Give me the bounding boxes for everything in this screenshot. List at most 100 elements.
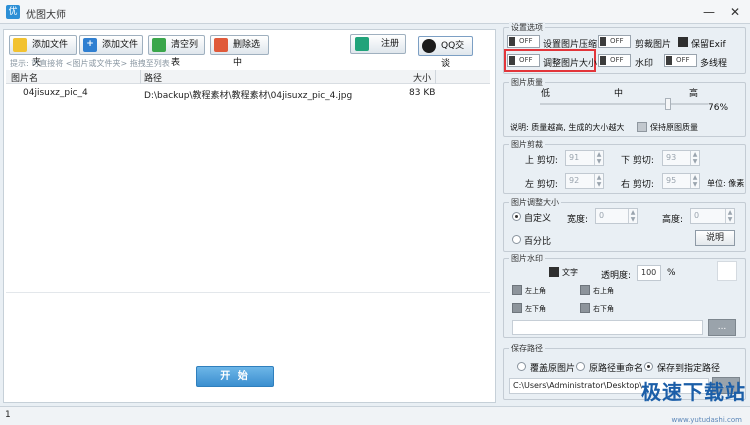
watermark-color-swatch[interactable] [717,261,737,281]
delete-icon [214,38,228,52]
spinner-arrows-icon[interactable]: ▲ ▼ [594,151,603,165]
col-divider [140,70,141,84]
rename-radio[interactable] [576,362,585,371]
register-button[interactable]: 注册 [350,34,406,54]
width-input[interactable]: 0 ▲ ▼ [595,208,638,224]
settings-caption: 设置选项 [509,22,545,33]
position-label-top-left: 左上角 [525,287,546,295]
col-divider [435,70,436,84]
crop-top-value: 91 [569,153,580,162]
quality-slider-thumb[interactable] [664,98,671,110]
crop-bottom-input[interactable]: 93 ▲ ▼ [662,150,700,166]
custom-size-radio[interactable] [512,212,521,221]
plus-icon: + [83,38,97,52]
add-file-label: 添加文件 [102,40,139,50]
folder-icon [13,38,27,52]
toggle-off-text: OFF [676,56,690,64]
quality-mid: 中 [614,89,624,99]
spinner-arrows-icon[interactable]: ▲ ▼ [594,174,603,188]
keep-exif-checkbox[interactable] [678,37,688,47]
drag-hint: 提示: 可直接将 <图片或文件夹> 拖拽至列表 [10,59,170,68]
app-icon: 优 [6,5,20,19]
site-watermark-logo: 极速下载站 [641,380,746,404]
col-name[interactable]: 图片名 [11,71,38,84]
watermark-label: 水印 [635,59,654,69]
text-watermark-label: 文字 [562,268,578,277]
crop-unit: 单位: 像素 [707,179,745,188]
keep-exif-label: 保留Exif [691,40,726,50]
position-checkbox-bottom-right[interactable] [580,303,590,313]
key-icon [355,37,369,51]
height-input[interactable]: 0 ▲ ▼ [690,208,735,224]
crop-top-label: 上 剪切: [525,156,558,166]
register-label: 注册 [381,39,400,49]
qq-chat-button[interactable]: QQ交谈 [418,36,473,69]
col-size[interactable]: 大小 [413,71,431,84]
spinner-arrows-icon[interactable]: ▲ ▼ [690,151,699,165]
crop-right-label: 右 剪切: [621,180,654,190]
row-size: 83 KB [409,88,436,98]
opacity-input[interactable]: 100 [637,265,661,281]
status-bar: 1 [0,406,750,425]
text-watermark-checkbox[interactable] [549,267,559,277]
position-checkbox-top-right[interactable] [580,285,590,295]
crop-top-input[interactable]: 91 ▲ ▼ [565,150,604,166]
opacity-value: 100 [641,268,657,277]
add-folder-button[interactable]: 添加文件夹 [9,35,77,68]
resize-toggle[interactable]: OFF [507,54,540,67]
spinner-arrows-icon[interactable]: ▲ ▼ [690,174,699,188]
opacity-unit: % [667,268,676,278]
status-count: 1 [5,410,11,420]
clear-list-button[interactable]: 清空列表 [148,35,205,68]
quality-caption: 图片质量 [509,77,545,88]
window-title: 优图大师 [26,10,66,21]
custom-size-label: 自定义 [524,214,552,224]
crop-left-value: 92 [569,176,580,185]
row-name: 04jisuxz_pic_4 [23,88,88,98]
keep-original-checkbox[interactable] [637,122,647,132]
crop-right-input[interactable]: 95 ▲ ▼ [662,173,700,189]
recycle-icon [152,38,166,52]
crop-left-input[interactable]: 92 ▲ ▼ [565,173,604,189]
save-to-path-radio[interactable] [644,362,653,371]
crop-left-label: 左 剪切: [525,180,558,190]
table-row[interactable]: 04jisuxz_pic_4 D:\backup\教程素材\教程素材\04jis… [6,86,490,101]
add-file-button[interactable]: + 添加文件 [79,35,143,55]
resize-caption: 图片调整大小 [509,197,561,208]
toggle-off-text: OFF [519,56,533,64]
crop-label: 剪裁图片 [635,40,672,50]
watermark-browse-button[interactable]: ... [708,319,736,336]
start-button[interactable]: 开 始 [196,366,274,387]
percent-radio[interactable] [512,235,521,244]
multithread-toggle[interactable]: OFF [664,54,697,67]
watermark-toggle[interactable]: OFF [598,54,631,67]
qq-penguin-icon [422,39,436,53]
list-divider [6,292,490,293]
quality-note: 说明: 质量越高, 生成的大小越大 [510,123,625,132]
toggle-off-text: OFF [610,37,624,45]
col-path[interactable]: 路径 [144,71,162,84]
watermark-image-path[interactable] [512,320,703,335]
list-header: 图片名 路径 大小 [6,70,490,84]
quality-percent: 76% [708,103,729,113]
spinner-arrows-icon[interactable]: ▲ ▼ [725,209,734,223]
toggle-off-text: OFF [519,37,533,45]
row-path: D:\backup\教程素材\教程素材\04jisuxz_pic_4.jpg [144,91,353,101]
crop-toggle[interactable]: OFF [598,35,631,48]
explain-button[interactable]: 说明 [695,230,735,246]
compress-toggle[interactable]: OFF [507,35,540,48]
spinner-arrows-icon[interactable]: ▲ ▼ [628,209,637,223]
minimize-button[interactable]: — [698,3,720,21]
toggle-off-text: OFF [610,56,624,64]
crop-caption: 图片剪裁 [509,139,545,150]
delete-selected-button[interactable]: 删除选中 [210,35,269,68]
quality-high: 高 [689,89,699,99]
multithread-label: 多线程 [700,59,728,69]
close-button[interactable]: ✕ [724,3,746,21]
crop-bottom-value: 93 [666,153,677,162]
quality-slider-track[interactable] [540,103,708,105]
position-checkbox-top-left[interactable] [512,285,522,295]
position-checkbox-bottom-left[interactable] [512,303,522,313]
height-label: 高度: [662,215,684,225]
overwrite-radio[interactable] [517,362,526,371]
